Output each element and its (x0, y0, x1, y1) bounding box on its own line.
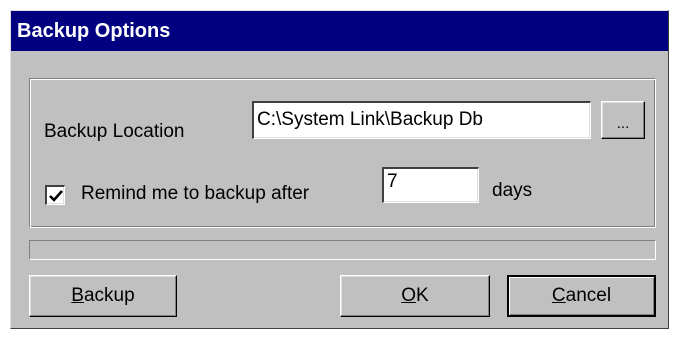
browse-button[interactable]: ... (601, 101, 645, 139)
cancel-button[interactable]: Cancel (507, 275, 656, 317)
backup-options-dialog: Backup Options Backup Location C:\System… (10, 10, 669, 329)
options-group: Backup Location C:\System Link\Backup Db… (29, 78, 656, 228)
backup-location-label: Backup Location (44, 121, 185, 142)
backup-button-label: ackup (83, 285, 135, 306)
backup-location-value: C:\System Link\Backup Db (257, 109, 483, 130)
remind-label: Remind me to backup after (81, 183, 310, 204)
backup-location-input[interactable]: C:\System Link\Backup Db (252, 101, 591, 139)
cancel-button-label: ancel (565, 285, 612, 306)
cancel-button-mnemonic: C (551, 285, 566, 306)
ok-button-label: K (416, 285, 429, 306)
status-bar (29, 240, 656, 260)
backup-button[interactable]: Backup (29, 275, 177, 317)
remind-days-input[interactable]: 7 (382, 167, 479, 203)
remind-days-value: 7 (387, 171, 398, 192)
checkmark-icon (49, 190, 63, 202)
window-title: Backup Options (17, 20, 171, 42)
browse-button-label: ... (616, 115, 630, 132)
ok-button[interactable]: OK (340, 275, 490, 317)
days-unit-label: days (492, 180, 533, 201)
title-bar: Backup Options (11, 11, 668, 51)
remind-checkbox[interactable] (45, 185, 65, 205)
backup-button-mnemonic: B (71, 285, 84, 306)
ok-button-mnemonic: O (401, 285, 417, 306)
